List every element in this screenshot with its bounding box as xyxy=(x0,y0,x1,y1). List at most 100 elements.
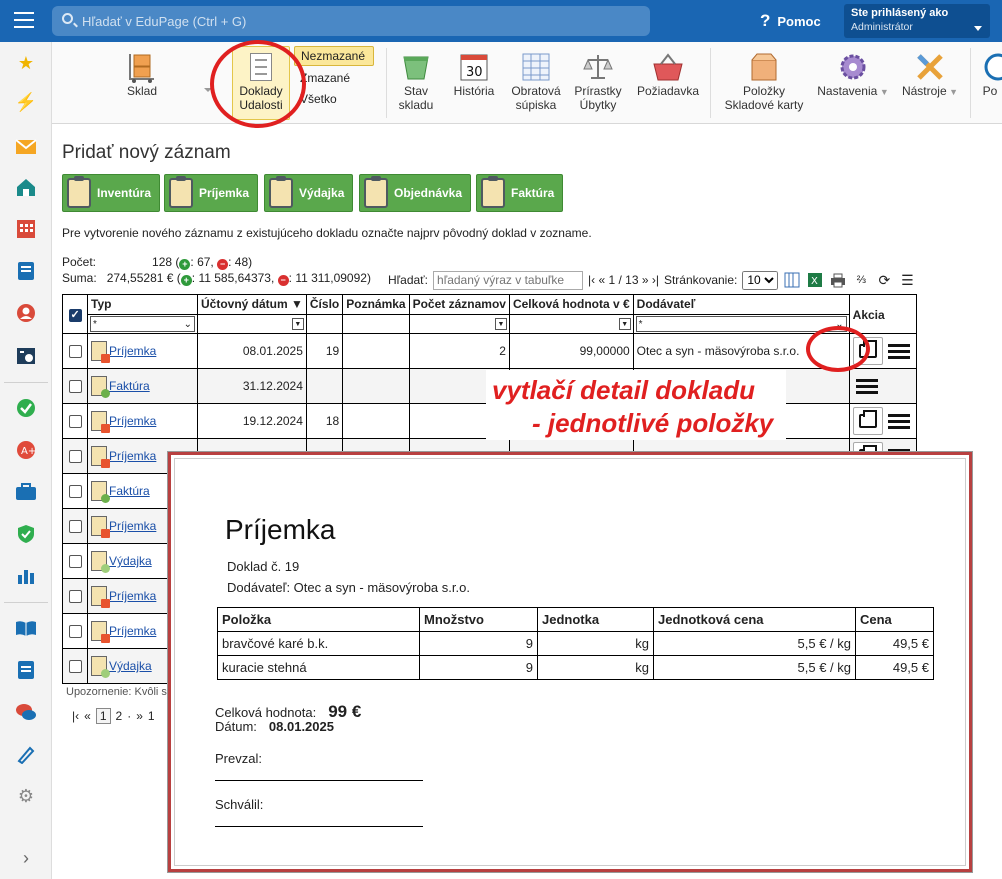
filter-zmazane[interactable]: Zmazané xyxy=(294,69,374,87)
document-icon[interactable] xyxy=(14,658,38,682)
list-icon[interactable]: ☰ xyxy=(898,271,916,289)
add-prijemka-button[interactable]: Príjemka xyxy=(164,174,259,212)
ribbon-prirastky[interactable]: Prírastky Úbytky xyxy=(572,42,624,124)
briefcase-icon[interactable] xyxy=(14,480,38,504)
add-inventura-button[interactable]: Inventúra xyxy=(62,174,161,212)
print-button[interactable] xyxy=(852,407,883,435)
sum-icon[interactable]: ⅔ xyxy=(852,271,870,289)
shield-icon[interactable] xyxy=(14,522,38,546)
add-faktura-button[interactable]: Faktúra xyxy=(476,174,564,212)
document-type-link[interactable]: Príjemka xyxy=(109,519,156,533)
chat-icon[interactable] xyxy=(14,700,38,724)
list-icon[interactable] xyxy=(885,337,913,365)
home-icon[interactable] xyxy=(14,175,38,199)
mail-icon[interactable] xyxy=(14,135,38,159)
print-icon[interactable] xyxy=(829,271,847,289)
chart-icon[interactable] xyxy=(14,564,38,588)
expand-icon[interactable]: › xyxy=(14,846,38,870)
row-checkbox[interactable] xyxy=(68,625,82,639)
row-checkbox[interactable] xyxy=(68,555,82,569)
row-checkbox[interactable] xyxy=(68,485,82,499)
open-book-icon[interactable] xyxy=(14,616,38,640)
global-search-input[interactable] xyxy=(82,11,622,31)
user-menu[interactable]: Ste prihlásený ako Administrátor xyxy=(844,4,990,38)
refresh-icon[interactable]: ⟳ xyxy=(875,271,893,289)
filter-hodnota-button[interactable]: ▼ xyxy=(618,318,631,330)
col-hodnota[interactable]: Celková hodnota v € xyxy=(508,294,634,315)
magic-wand-icon[interactable]: ⚡ xyxy=(14,90,38,114)
ribbon-nastroje[interactable]: Nástroje ▼ xyxy=(898,42,962,124)
type-cell: Príjemka xyxy=(87,403,198,439)
table-search-input[interactable] xyxy=(433,270,584,290)
list-icon[interactable] xyxy=(885,407,913,435)
filter-typ-select[interactable]: * ⌄ xyxy=(90,316,195,332)
excel-icon[interactable]: X xyxy=(806,271,824,289)
col-cislo[interactable]: Číslo xyxy=(305,294,344,315)
row-checkbox[interactable] xyxy=(68,380,82,394)
row-checkbox[interactable] xyxy=(68,520,82,534)
col-dodavatel[interactable]: Dodávateľ xyxy=(632,294,850,315)
grade-icon[interactable]: A+ xyxy=(14,438,38,462)
filter-datum-button[interactable]: ▼ xyxy=(291,318,304,330)
print-col-cena: Cena xyxy=(855,607,934,632)
schedule-icon[interactable] xyxy=(14,343,38,367)
calendar-icon[interactable] xyxy=(14,217,38,241)
menu-icon[interactable] xyxy=(14,12,34,28)
filter-vsetko[interactable]: Všetko xyxy=(294,90,374,108)
columns-icon[interactable] xyxy=(783,271,801,289)
document-type-link[interactable]: Príjemka xyxy=(109,589,156,603)
book-icon[interactable] xyxy=(14,259,38,283)
col-pocet[interactable]: Počet záznamov xyxy=(408,294,510,315)
page-navigation[interactable]: |‹ « 1 / 13 » ›| xyxy=(588,273,659,287)
add-vydajka-button[interactable]: Výdajka xyxy=(264,174,354,212)
row-checkbox[interactable] xyxy=(68,450,82,464)
ribbon-historia[interactable]: 30 História xyxy=(450,42,498,124)
document-type-link[interactable]: Príjemka xyxy=(109,414,156,428)
global-search[interactable] xyxy=(52,6,650,36)
user-icon[interactable] xyxy=(14,301,38,325)
table-row[interactable]: Príjemka 08.01.2025 19 2 99,00000 Otec a syn … xyxy=(62,333,917,369)
pager-last[interactable]: 1 xyxy=(148,709,155,723)
filter-dodavatel-select[interactable]: * ⌄ xyxy=(635,316,847,332)
check-circle-icon[interactable] xyxy=(14,396,38,420)
document-type-link[interactable]: Výdajka xyxy=(109,659,152,673)
document-type-link[interactable]: Príjemka xyxy=(109,344,156,358)
add-objednavka-button[interactable]: Objednávka xyxy=(359,174,472,212)
document-type-link[interactable]: Príjemka xyxy=(109,624,156,638)
ribbon-doklady-button[interactable]: Doklady Udalosti xyxy=(232,46,290,120)
filter-nezmazane[interactable]: Nezmazané xyxy=(294,46,374,66)
ribbon-po[interactable]: Po xyxy=(978,42,1002,124)
pager-prev[interactable]: « xyxy=(84,709,91,723)
ribbon-polozky[interactable]: Položky Skladové karty xyxy=(718,42,810,124)
col-poznamka[interactable]: Poznámka xyxy=(342,294,410,315)
star-icon[interactable]: ★ xyxy=(14,51,38,75)
pager-first[interactable]: |‹ xyxy=(72,709,79,723)
pagesize-select[interactable]: 10 xyxy=(742,270,779,290)
document-type-link[interactable]: Faktúra xyxy=(109,484,150,498)
filter-pocet-button[interactable]: ▼ xyxy=(494,318,507,330)
pager-next[interactable]: » xyxy=(136,709,143,723)
document-type-link[interactable]: Faktúra xyxy=(109,379,150,393)
ribbon-stav-skladu[interactable]: Stav skladu xyxy=(392,42,440,124)
ribbon-sklad[interactable]: Sklad xyxy=(112,42,172,124)
row-checkbox[interactable] xyxy=(68,590,82,604)
print-button[interactable] xyxy=(852,337,883,365)
col-datum[interactable]: Účtovný dátum ▼ xyxy=(197,294,307,315)
document-type-link[interactable]: Výdajka xyxy=(109,554,152,568)
document-type-link[interactable]: Príjemka xyxy=(109,449,156,463)
ribbon-poziadavka[interactable]: Požiadavka xyxy=(632,42,704,124)
row-checkbox[interactable] xyxy=(68,345,82,359)
pen-icon[interactable] xyxy=(14,742,38,766)
row-checkbox[interactable] xyxy=(68,415,82,429)
select-all-checkbox[interactable] xyxy=(68,308,82,323)
gear-icon[interactable]: ⚙ xyxy=(14,784,38,808)
ribbon-obratova[interactable]: Obratová súpiska xyxy=(506,42,566,124)
chevron-down-icon[interactable] xyxy=(204,88,212,92)
ribbon-nastavenia[interactable]: Nastavenia ▼ xyxy=(814,42,892,124)
row-checkbox[interactable] xyxy=(68,660,82,674)
help-button[interactable]: ? Pomoc xyxy=(760,11,821,31)
col-typ[interactable]: Typ xyxy=(87,294,198,315)
pager-page-1[interactable]: 1 xyxy=(95,708,111,724)
list-icon[interactable] xyxy=(853,372,881,400)
pager-page-2[interactable]: 2 xyxy=(116,709,123,723)
